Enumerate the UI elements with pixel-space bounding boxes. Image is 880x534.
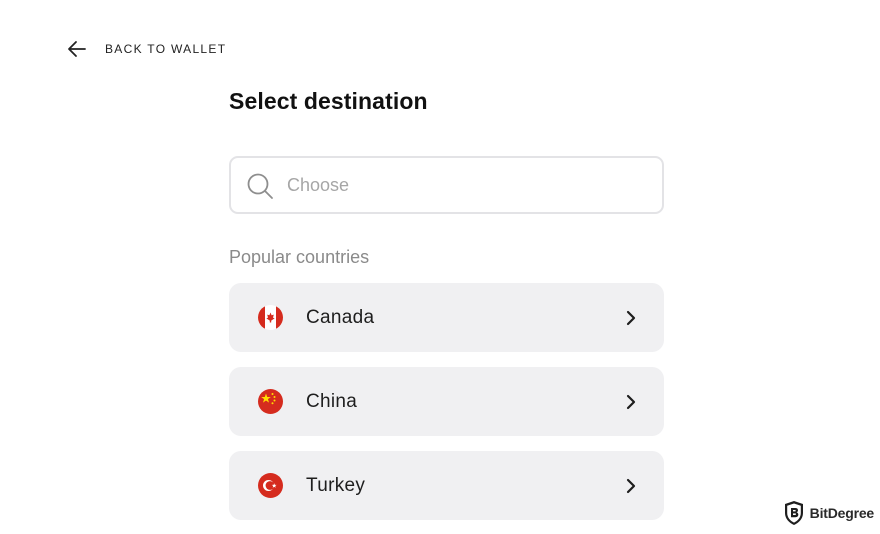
chevron-right-icon: [626, 478, 636, 494]
bitdegree-watermark: BitDegree: [783, 500, 874, 526]
bitdegree-shield-icon: [784, 501, 803, 525]
back-to-wallet-label: BACK TO WALLET: [105, 42, 227, 56]
search-icon: [247, 173, 273, 199]
arrow-left-icon: [68, 41, 86, 57]
popular-countries-label: Popular countries: [229, 247, 370, 267]
country-item-canada[interactable]: Canada: [229, 283, 664, 352]
back-to-wallet-link[interactable]: BACK TO WALLET: [66, 36, 226, 62]
country-item-china[interactable]: China: [229, 367, 664, 436]
country-name: Canada: [306, 307, 375, 328]
turkey-flag-icon: [258, 473, 283, 498]
search-input[interactable]: [287, 158, 647, 212]
chevron-right-icon: [626, 310, 636, 326]
watermark-text: BitDegree: [809, 505, 875, 521]
country-item-turkey[interactable]: Turkey: [229, 451, 664, 520]
canada-flag-icon: [258, 305, 283, 330]
china-flag-icon: [258, 389, 283, 414]
page-title: Select destination: [229, 88, 428, 114]
country-name: China: [306, 391, 358, 412]
country-name: Turkey: [306, 475, 366, 496]
search-field[interactable]: [229, 156, 664, 214]
chevron-right-icon: [626, 394, 636, 410]
